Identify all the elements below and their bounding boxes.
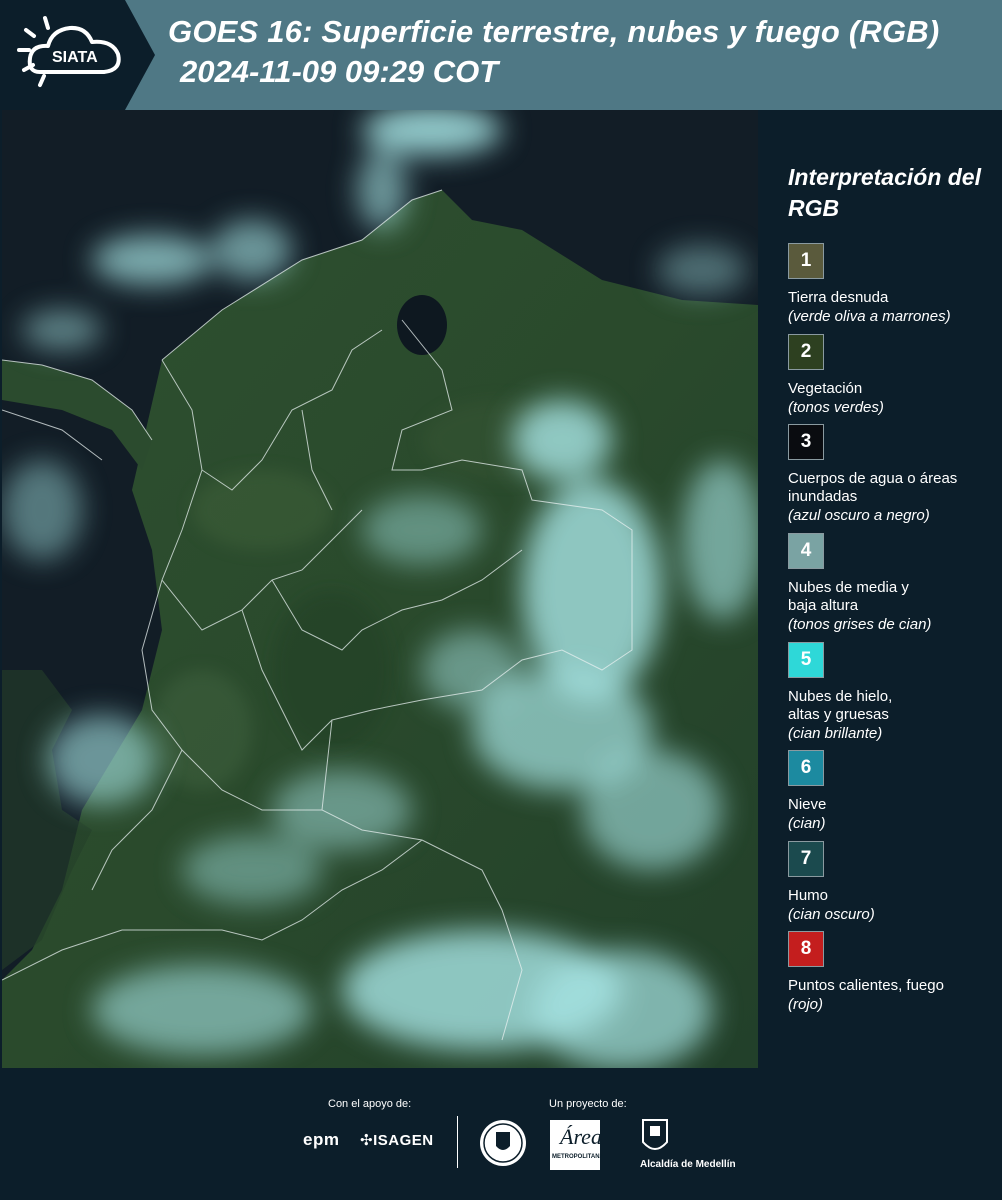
legend-item-desc: (verde oliva a marrones) bbox=[788, 308, 951, 325]
satellite-map bbox=[2, 110, 758, 1068]
legend-swatch: 2 bbox=[788, 334, 824, 370]
isagen-logo: ✣ISAGEN bbox=[360, 1132, 434, 1149]
legend-item-desc: (cian) bbox=[788, 815, 826, 832]
legend-item-5: 5 Nubes de hielo, altas y gruesas (cian … bbox=[788, 642, 1002, 744]
legend-item-desc: (cian oscuro) bbox=[788, 906, 875, 923]
footer-divider bbox=[457, 1116, 458, 1168]
isagen-glyph-icon: ✣ bbox=[360, 1132, 374, 1149]
legend-title: Interpretación del RGB bbox=[788, 164, 981, 221]
support-label: Con el apoyo de: bbox=[328, 1098, 412, 1110]
page-title: GOES 16: Superficie terrestre, nubes y f… bbox=[168, 14, 940, 49]
legend-item-name: Vegetación bbox=[788, 380, 863, 397]
legend-item-name: Puntos calientes, fuego bbox=[788, 977, 944, 994]
legend-item-name: Humo bbox=[788, 887, 829, 904]
legend-item-desc: (azul oscuro a negro) bbox=[788, 507, 930, 524]
project-label: Un proyecto de: bbox=[549, 1098, 627, 1110]
siata-logo-text: SIATA bbox=[52, 49, 98, 66]
legend-item-desc: (tonos grises de cian) bbox=[788, 616, 932, 633]
legend-swatch: 3 bbox=[788, 424, 824, 460]
legend-swatch: 4 bbox=[788, 533, 824, 569]
legend-swatch: 5 bbox=[788, 642, 824, 678]
legend-item-3: 3 Cuerpos de agua o áreas inundadas (azu… bbox=[788, 424, 1002, 526]
legend-item-name: Tierra desnuda bbox=[788, 289, 889, 306]
legend-item-8: 8 Puntos calientes, fuego (rojo) bbox=[788, 931, 1002, 1015]
legend-item-7: 7 Humo (cian oscuro) bbox=[788, 841, 1002, 925]
legend-swatch: 8 bbox=[788, 931, 824, 967]
legend-item-desc: (tonos verdes) bbox=[788, 399, 884, 416]
alcaldia-shield-icon bbox=[642, 1119, 668, 1150]
legend-item-6: 6 Nieve (cian) bbox=[788, 750, 1002, 834]
epm-logo: epm bbox=[303, 1130, 340, 1149]
legend-item-name: Nubes de media y baja altura bbox=[788, 579, 909, 614]
legend-item-2: 2 Vegetación (tonos verdes) bbox=[788, 334, 1002, 418]
legend-item-4: 4 Nubes de media y baja altura (tonos gr… bbox=[788, 533, 1002, 635]
legend-item-1: 1 Tierra desnuda (verde oliva a marrones… bbox=[788, 243, 1002, 327]
legend-swatch: 1 bbox=[788, 243, 824, 279]
header-bar: SIATA GOES 16: Superficie terrestre, nub… bbox=[0, 0, 1002, 110]
legend-swatch: 7 bbox=[788, 841, 824, 877]
legend-item-desc: (cian brillante) bbox=[788, 725, 883, 742]
siata-logo: SIATA bbox=[0, 0, 155, 110]
timestamp: 2024-11-09 09:29 COT bbox=[180, 54, 499, 89]
legend-panel: Interpretación del RGB 1 Tierra desnuda … bbox=[770, 110, 1002, 1070]
university-seal-icon bbox=[480, 1120, 526, 1166]
legend-swatch: 6 bbox=[788, 750, 824, 786]
alcaldia-medellin-logo-text: Alcaldía de Medellín bbox=[640, 1159, 736, 1170]
footer: Con el apoyo de: Un proyecto de: epm ✣IS… bbox=[0, 1068, 1002, 1200]
legend-item-name: Nubes de hielo, altas y gruesas bbox=[788, 688, 893, 723]
area-metropolitana-logo: Área METROPOLITANA bbox=[550, 1120, 604, 1170]
legend-item-name: Nieve bbox=[788, 796, 827, 813]
legend-item-name: Cuerpos de agua o áreas inundadas bbox=[788, 470, 958, 505]
legend-item-desc: (rojo) bbox=[788, 996, 824, 1013]
